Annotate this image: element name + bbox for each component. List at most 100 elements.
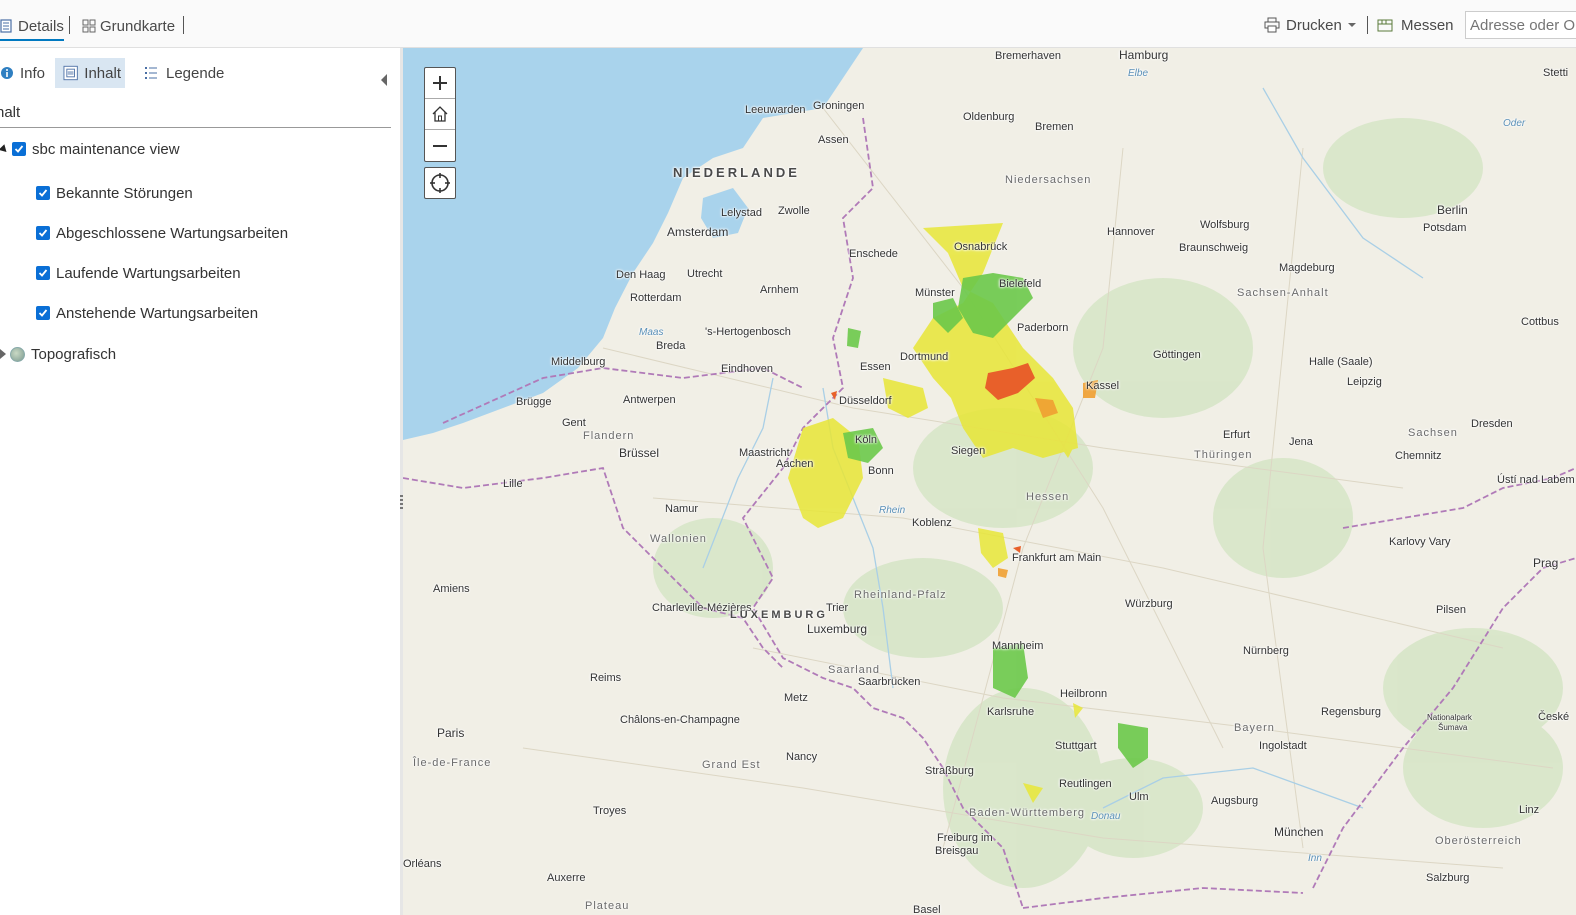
layer-group-label: sbc maintenance view xyxy=(32,140,180,158)
collapse-panel-button[interactable] xyxy=(381,74,387,86)
map-label: Breda xyxy=(656,340,686,352)
zoom-out-button[interactable] xyxy=(425,130,455,161)
map-label: Hessen xyxy=(1026,491,1070,503)
expand-caret-icon[interactable] xyxy=(0,349,6,359)
sublayer-row[interactable]: Laufende Wartungsarbeiten xyxy=(36,263,241,283)
map-label: Trier xyxy=(826,602,849,614)
panel-heading: halt xyxy=(0,104,21,121)
map-label: Niedersachsen xyxy=(1005,174,1092,186)
sublayer-row[interactable]: Abgeschlossene Wartungsarbeiten xyxy=(36,223,288,243)
tab-content[interactable]: Inhalt xyxy=(55,58,125,88)
map-label: Bielefeld xyxy=(999,278,1042,290)
tab-details[interactable]: Details xyxy=(0,12,64,41)
map-label: Siegen xyxy=(951,445,986,457)
map-label: Namur xyxy=(665,503,699,515)
layer-checkbox[interactable] xyxy=(36,306,50,320)
map-label: Köln xyxy=(855,434,878,446)
map-label: Brüssel xyxy=(619,446,660,460)
map-label: Salzburg xyxy=(1426,872,1470,884)
tab-content-label: Inhalt xyxy=(84,64,121,82)
map-label: Luxemburg xyxy=(807,622,868,636)
map-label: Hamburg xyxy=(1119,48,1169,62)
basemap-layer-row[interactable]: Topografisch xyxy=(0,344,116,364)
sublayer-row[interactable]: Bekannte Störungen xyxy=(36,183,193,203)
sublayer-row[interactable]: Anstehende Wartungsarbeiten xyxy=(36,303,258,323)
map-label: Amiens xyxy=(433,583,470,595)
map-label: Baden-Württemberg xyxy=(969,807,1086,819)
map-label: Regensburg xyxy=(1321,706,1381,718)
map-label: Metz xyxy=(784,692,808,704)
map-label: Augsburg xyxy=(1211,795,1259,807)
map-label: Reutlingen xyxy=(1059,778,1112,790)
print-button[interactable]: Drucken xyxy=(1264,14,1357,36)
address-search-input[interactable] xyxy=(1465,11,1576,39)
map-label: Magdeburg xyxy=(1279,262,1335,274)
check-icon xyxy=(38,189,48,197)
measure-button[interactable]: Messen xyxy=(1377,14,1454,36)
tab-info-label: Info xyxy=(20,64,46,82)
map-label: Bremen xyxy=(1035,121,1074,133)
map-label: Stuttgart xyxy=(1055,740,1097,752)
check-icon xyxy=(38,229,48,237)
tab-basemap[interactable]: Grundkarte xyxy=(82,12,175,40)
map-label: Ingolstadt xyxy=(1259,740,1307,752)
crosshair-icon xyxy=(430,173,450,193)
sublayer-label: Laufende Wartungsarbeiten xyxy=(56,264,241,282)
map-label: Cottbus xyxy=(1521,316,1559,328)
layer-group-row[interactable]: sbc maintenance view xyxy=(0,139,180,159)
tab-info[interactable]: Info xyxy=(0,58,49,88)
map-label: Plateau xyxy=(585,900,630,912)
map-label: Brügge xyxy=(516,396,552,408)
zoom-in-button[interactable] xyxy=(425,68,455,99)
map-label: Berlin xyxy=(1437,203,1468,217)
layer-checkbox[interactable] xyxy=(36,226,50,240)
basemap-layer-label: Topografisch xyxy=(31,345,117,363)
minus-icon xyxy=(433,144,447,147)
map-label: Leeuwarden xyxy=(745,104,806,116)
sublayer-label: Abgeschlossene Wartungsarbeiten xyxy=(56,224,289,242)
layer-checkbox[interactable] xyxy=(12,142,26,156)
side-panel: Info Inhalt Legende halt sbc maintenance… xyxy=(0,48,400,915)
map-label: Groningen xyxy=(813,100,865,112)
map-label: Frankfurt am Main xyxy=(1012,552,1102,564)
caret-down-icon xyxy=(1347,23,1356,27)
map-label: Mannheim xyxy=(992,640,1044,652)
map-label: Prag xyxy=(1533,556,1559,570)
map-label: Bayern xyxy=(1234,722,1275,734)
map-label: Arnhem xyxy=(760,284,799,296)
layer-checkbox[interactable] xyxy=(36,186,50,200)
map-label: Bonn xyxy=(868,465,894,477)
panel-divider xyxy=(0,127,391,128)
map-label: Straßburg xyxy=(925,765,974,777)
map-label: Leipzig xyxy=(1347,376,1382,388)
map-label: České xyxy=(1538,711,1570,723)
map-label: Oder xyxy=(1503,118,1526,129)
expand-caret-icon[interactable] xyxy=(0,143,10,155)
map-canvas[interactable] xyxy=(403,48,1576,915)
map-label: Assen xyxy=(818,134,849,146)
tab-legend-label: Legende xyxy=(166,64,225,82)
map-view[interactable]: Bremerhaven Hamburg Leeuwarden Groningen… xyxy=(403,48,1576,915)
home-button[interactable] xyxy=(425,99,455,130)
sublayer-label: Bekannte Störungen xyxy=(56,184,193,202)
map-label: Lelystad xyxy=(721,207,762,219)
layer-checkbox[interactable] xyxy=(36,266,50,280)
map-label: Essen xyxy=(860,361,891,373)
locate-button[interactable] xyxy=(424,167,456,199)
map-label: Troyes xyxy=(593,805,627,817)
map-label: Antwerpen xyxy=(623,394,676,406)
tab-legend[interactable]: Legende xyxy=(140,58,228,88)
zoom-control xyxy=(424,67,456,162)
toolbar-divider xyxy=(69,16,70,34)
map-label: Paris xyxy=(437,726,465,740)
map-label: Rotterdam xyxy=(630,292,682,304)
map-label: Breisgau xyxy=(935,845,979,857)
measure-icon xyxy=(1377,19,1393,32)
print-label: Drucken xyxy=(1286,16,1342,34)
map-label: Oberösterreich xyxy=(1435,835,1522,847)
map-label: Inn xyxy=(1308,853,1322,864)
map-label: Saarland xyxy=(828,664,881,676)
map-label: Zwolle xyxy=(778,205,810,217)
document-icon xyxy=(0,19,12,33)
map-label: Freiburg im xyxy=(937,832,993,844)
